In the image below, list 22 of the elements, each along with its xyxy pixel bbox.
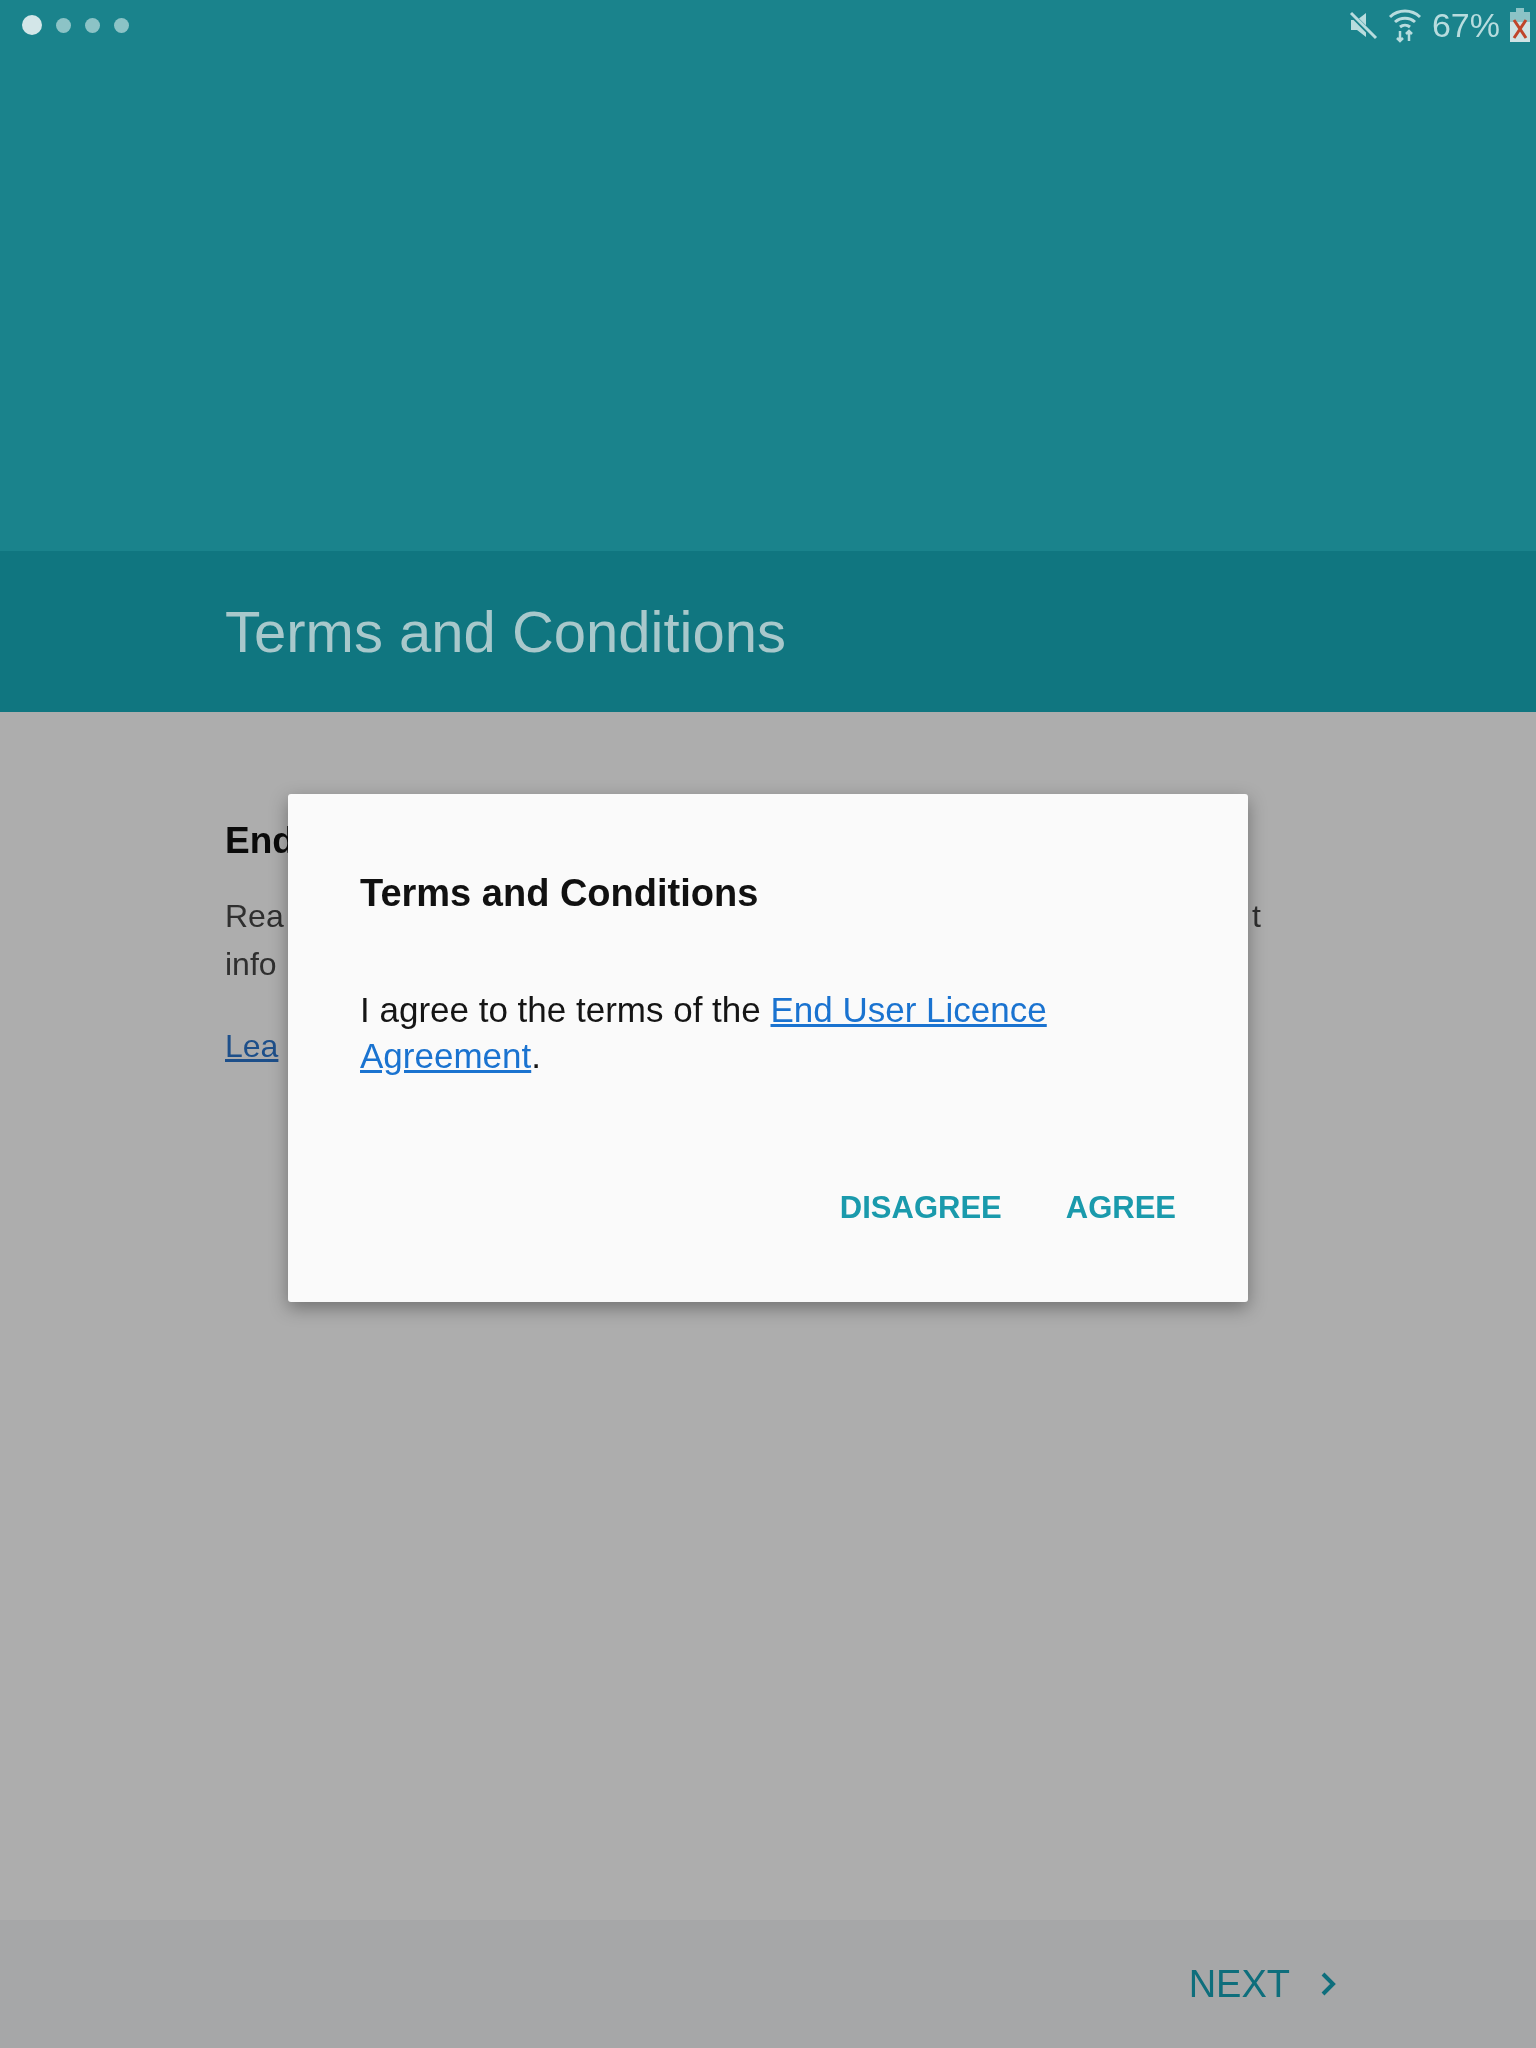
notification-dot-icon — [56, 17, 71, 33]
learn-more-link[interactable]: Lea — [225, 1028, 279, 1065]
dialog-button[interactable]: DISAGREE — [839, 1190, 1002, 1226]
chevron-icon — [1320, 1971, 1336, 1997]
battery-percent: 67% — [1431, 5, 1500, 45]
paragraph-text: Rea — [225, 897, 284, 936]
dialog-button[interactable]: AGREE — [1065, 1190, 1176, 1226]
agreement-text: . — [531, 1036, 541, 1075]
agreement-text: I agree to the terms of the — [360, 990, 762, 1029]
next-button[interactable]: NEXT — [1188, 1962, 1336, 2006]
eula-link[interactable]: End User Licence — [770, 990, 1047, 1029]
notification-dot-icon — [22, 15, 42, 35]
mute-icon — [1347, 10, 1378, 40]
page-title: Terms and Conditions — [225, 598, 786, 665]
paragraph-text: info — [225, 945, 277, 984]
eula-link[interactable]: Agreement — [360, 1036, 532, 1075]
notification-dot-icon — [85, 17, 100, 33]
battery-icon — [1510, 8, 1530, 42]
wifi-icon — [1387, 7, 1422, 43]
dialog-title: Terms and Conditions — [360, 872, 760, 915]
notification-dot-icon — [114, 17, 129, 33]
paragraph-text: t — [1252, 897, 1261, 936]
